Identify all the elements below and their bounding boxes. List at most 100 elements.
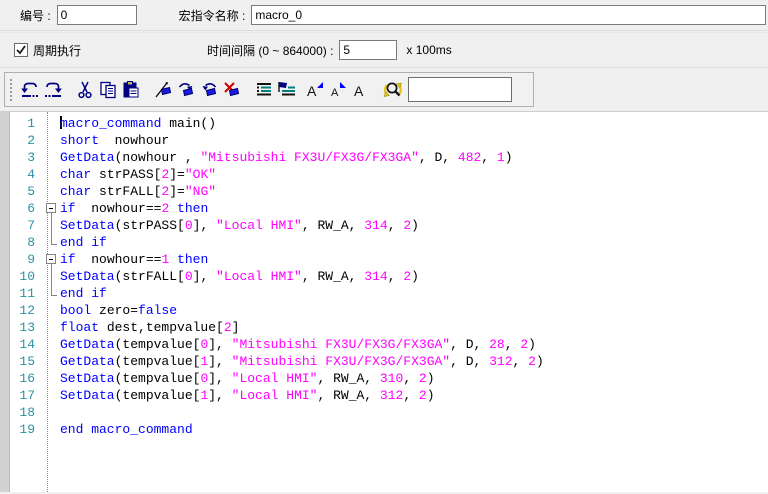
code-line[interactable]: 7SetData(strPASS[0], "Local HMI", RW_A, … <box>0 217 768 234</box>
code-line[interactable]: 3GetData(nowhour , "Mitsubishi FX3U/FX3G… <box>0 149 768 166</box>
outdent-icon <box>277 80 297 100</box>
code-text[interactable]: char strFALL[2]="NG" <box>60 183 768 200</box>
code-line[interactable]: 14GetData(tempvalue[0], "Mitsubishi FX3U… <box>0 336 768 353</box>
code-line[interactable]: 1macro_command main() <box>0 115 768 132</box>
code-line[interactable]: 16SetData(tempvalue[0], "Local HMI", RW_… <box>0 370 768 387</box>
collapse-minus-icon[interactable] <box>46 254 56 264</box>
interval-input[interactable] <box>339 40 397 60</box>
code-token: , <box>388 269 404 284</box>
code-line[interactable]: 15GetData(tempvalue[1], "Mitsubishi FX3U… <box>0 353 768 370</box>
code-text[interactable]: GetData(nowhour , "Mitsubishi FX3U/FX3G/… <box>60 149 768 166</box>
fold-column <box>44 370 60 387</box>
code-text[interactable]: SetData(tempvalue[0], "Local HMI", RW_A,… <box>60 370 768 387</box>
code-text[interactable]: if nowhour==2 then <box>60 200 768 217</box>
code-line[interactable]: 6if nowhour==2 then <box>0 200 768 217</box>
code-line[interactable]: 18 <box>0 404 768 421</box>
cut-icon <box>75 80 95 100</box>
code-line[interactable]: 2short nowhour <box>0 132 768 149</box>
periodic-execution-checkbox[interactable] <box>14 43 28 57</box>
code-line[interactable]: 5char strFALL[2]="NG" <box>0 183 768 200</box>
code-text[interactable]: bool zero=false <box>60 302 768 319</box>
code-token: 310 <box>380 371 403 386</box>
code-text[interactable]: GetData(tempvalue[0], "Mitsubishi FX3U/F… <box>60 336 768 353</box>
code-text[interactable]: if nowhour==1 then <box>60 251 768 268</box>
copy-button[interactable] <box>96 78 119 101</box>
code-token: ], <box>193 218 216 233</box>
code-text[interactable]: SetData(tempvalue[1], "Local HMI", RW_A,… <box>60 387 768 404</box>
next-bookmark-button[interactable] <box>174 78 197 101</box>
font-enlarge-icon: A <box>305 80 325 100</box>
fold-column <box>44 336 60 353</box>
execution-options-row: 周期执行 时间间隔 (0 ~ 864000) : x 100ms <box>0 32 768 68</box>
collapse-minus-icon[interactable] <box>46 203 56 213</box>
previous-bookmark-icon <box>199 80 219 100</box>
toggle-bookmark-button[interactable] <box>151 78 174 101</box>
code-text[interactable]: char strPASS[2]="OK" <box>60 166 768 183</box>
code-text[interactable]: SetData(strPASS[0], "Local HMI", RW_A, 3… <box>60 217 768 234</box>
code-token: ) <box>411 269 419 284</box>
clear-bookmarks-button[interactable] <box>220 78 243 101</box>
find-input[interactable] <box>408 77 512 102</box>
toolbar-grip[interactable] <box>10 79 13 101</box>
code-line[interactable]: 12bool zero=false <box>0 302 768 319</box>
macro-name-input[interactable] <box>251 5 766 25</box>
code-line[interactable]: 19end macro_command <box>0 421 768 438</box>
previous-bookmark-button[interactable] <box>197 78 220 101</box>
font-default-button[interactable]: A <box>349 78 372 101</box>
indent-button[interactable] <box>252 78 275 101</box>
macro-id-input[interactable] <box>57 5 137 25</box>
code-token: 28 <box>489 337 505 352</box>
code-text[interactable]: end if <box>60 234 768 251</box>
code-text[interactable]: float dest,tempvalue[2] <box>60 319 768 336</box>
code-token: ) <box>528 337 536 352</box>
fold-column <box>44 132 60 149</box>
code-token: dest,tempvalue[ <box>99 320 224 335</box>
code-token: end macro_command <box>60 422 193 437</box>
code-token: , RW_A, <box>302 269 364 284</box>
code-token: (strFALL[ <box>115 269 185 284</box>
code-token: ) <box>411 218 419 233</box>
code-token: nowhour== <box>76 252 162 267</box>
redo-button[interactable] <box>41 78 64 101</box>
code-token: nowhour== <box>76 201 162 216</box>
fold-column <box>44 183 60 200</box>
find-button[interactable] <box>381 78 404 101</box>
code-text[interactable]: end macro_command <box>60 421 768 438</box>
code-text[interactable] <box>60 404 768 421</box>
fold-column <box>44 421 60 438</box>
code-line[interactable]: 9if nowhour==1 then <box>0 251 768 268</box>
code-token: , D, <box>450 354 489 369</box>
code-token: , <box>505 337 521 352</box>
code-text[interactable]: macro_command main() <box>60 115 768 132</box>
undo-icon <box>20 80 40 100</box>
code-text[interactable]: GetData(tempvalue[1], "Mitsubishi FX3U/F… <box>60 353 768 370</box>
code-line[interactable]: 8end if <box>0 234 768 251</box>
svg-text:A: A <box>331 87 339 99</box>
code-line[interactable]: 10SetData(strFALL[0], "Local HMI", RW_A,… <box>0 268 768 285</box>
code-text[interactable]: SetData(strFALL[0], "Local HMI", RW_A, 3… <box>60 268 768 285</box>
code-line[interactable]: 13float dest,tempvalue[2] <box>0 319 768 336</box>
font-enlarge-button[interactable]: A <box>303 78 326 101</box>
code-token: char <box>60 184 91 199</box>
outdent-button[interactable] <box>275 78 298 101</box>
code-line[interactable]: 4char strPASS[2]="OK" <box>0 166 768 183</box>
code-token: ], <box>208 337 231 352</box>
undo-button[interactable] <box>18 78 41 101</box>
code-token: ) <box>427 388 435 403</box>
code-token: 0 <box>185 218 193 233</box>
code-line[interactable]: 11end if <box>0 285 768 302</box>
code-token: (tempvalue[ <box>115 337 201 352</box>
macro-id-label: 编号 : <box>20 7 51 24</box>
code-text[interactable]: short nowhour <box>60 132 768 149</box>
code-token: 2 <box>403 218 411 233</box>
code-text[interactable]: end if <box>60 285 768 302</box>
paste-button[interactable] <box>119 78 142 101</box>
code-token: false <box>138 303 177 318</box>
cut-button[interactable] <box>73 78 96 101</box>
code-token: end if <box>60 286 107 301</box>
fold-toggle[interactable] <box>44 251 60 268</box>
code-line[interactable]: 17SetData(tempvalue[1], "Local HMI", RW_… <box>0 387 768 404</box>
font-shrink-button[interactable]: A <box>326 78 349 101</box>
macro-code-editor[interactable]: 1macro_command main()2short nowhour3GetD… <box>0 112 768 492</box>
fold-toggle[interactable] <box>44 200 60 217</box>
